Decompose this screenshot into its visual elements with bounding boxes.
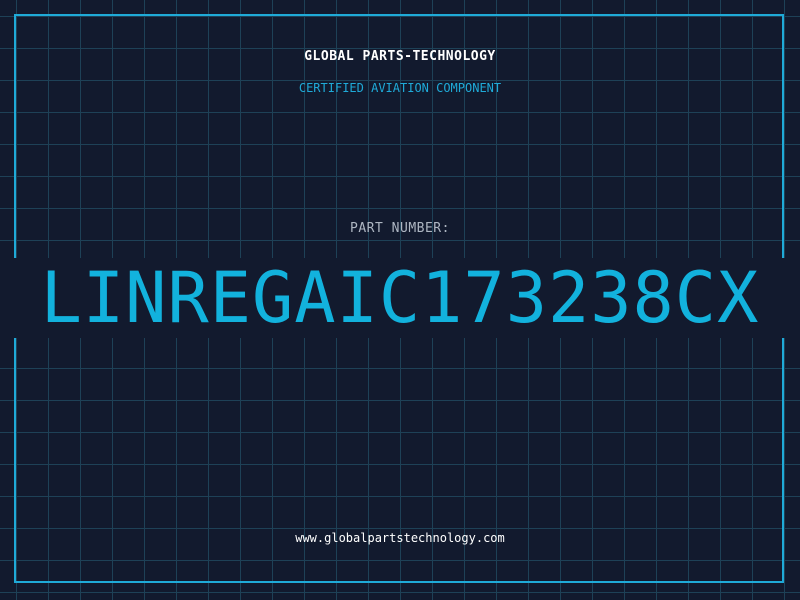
label-canvas: GLOBAL PARTS-TECHNOLOGY CERTIFIED AVIATI… bbox=[0, 0, 800, 600]
part-number-label: PART NUMBER: bbox=[350, 221, 450, 236]
company-name: GLOBAL PARTS-TECHNOLOGY bbox=[304, 49, 496, 64]
website-url: www.globalpartstechnology.com bbox=[295, 531, 505, 545]
part-number-value: LINREGAIC173238CX bbox=[40, 257, 760, 339]
tagline: CERTIFIED AVIATION COMPONENT bbox=[298, 81, 502, 95]
